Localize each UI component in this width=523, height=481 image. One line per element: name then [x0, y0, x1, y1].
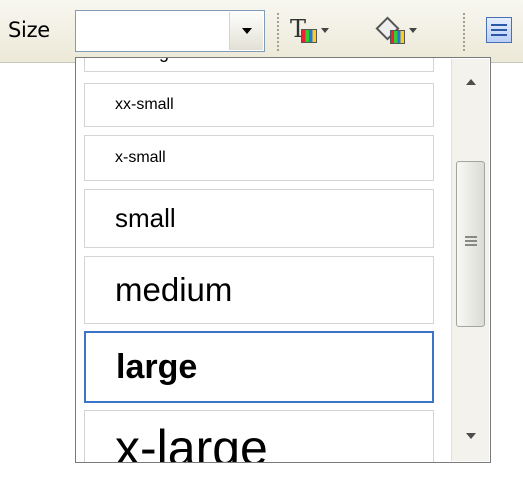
list-item[interactable]: large	[84, 331, 434, 403]
list-item[interactable]: xx-small	[84, 83, 434, 127]
list-icon	[486, 17, 512, 43]
scroll-up-button[interactable]	[452, 63, 489, 101]
list-item[interactable]: small	[84, 189, 434, 248]
scrollbar[interactable]	[451, 59, 489, 461]
scrollbar-thumb[interactable]	[456, 161, 485, 327]
toolbar-grip[interactable]	[276, 12, 280, 52]
size-input[interactable]	[76, 11, 238, 51]
size-label: Size	[8, 18, 50, 42]
grip-icon	[465, 236, 477, 238]
toolbar-grip[interactable]	[462, 12, 466, 52]
scroll-down-button[interactable]	[452, 417, 489, 455]
text-color-button[interactable]: T	[288, 12, 329, 48]
size-dropdown-list[interactable]: xx-large xx-small x-small small medium l…	[75, 57, 491, 463]
list-item[interactable]: xx-large	[84, 58, 434, 72]
size-options: xx-large xx-small x-small small medium l…	[76, 58, 442, 462]
chevron-down-icon	[465, 433, 476, 439]
list-item[interactable]: x-large	[84, 410, 434, 462]
chevron-down-icon	[409, 27, 417, 33]
background-color-icon	[375, 15, 406, 45]
list-item[interactable]: medium	[84, 256, 434, 324]
chevron-up-icon	[465, 79, 476, 85]
background-color-button[interactable]	[375, 12, 417, 48]
text-color-icon: T	[288, 15, 318, 45]
chevron-down-icon	[321, 27, 329, 33]
chevron-down-icon	[241, 28, 252, 34]
size-combobox[interactable]	[75, 10, 265, 52]
toolbar: Size T	[0, 0, 523, 63]
size-dropdown-button[interactable]	[229, 12, 263, 50]
list-button[interactable]	[486, 12, 512, 48]
list-item[interactable]: x-small	[84, 135, 434, 181]
